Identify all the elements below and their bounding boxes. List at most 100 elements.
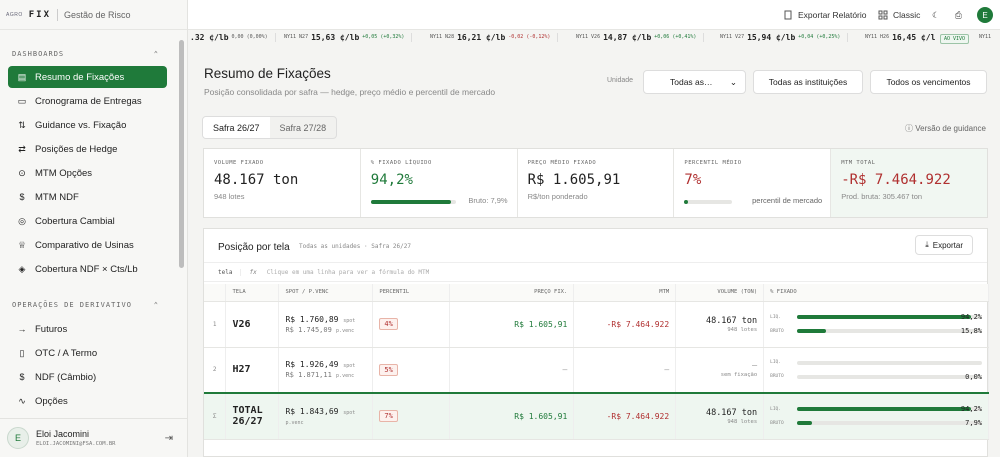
exchange-icon: ⇄ — [18, 143, 26, 154]
kpi-volume: VOLUME FIXADO 48.167 ton 948 lotes — [204, 149, 361, 217]
col-header: MTM — [573, 284, 677, 302]
ticker-item: NY11 N28 16,21 ¢/lb -0,02 (-0,12%) — [430, 30, 559, 44]
section-label: OPERAÇÕES DE DERIVATIVO — [12, 301, 132, 309]
sidebar-item-label: OTC / A Termo — [35, 347, 98, 359]
section-dashboards[interactable]: DASHBOARDS ⌃ — [0, 47, 187, 61]
ticker-name: NY11 N27 — [284, 34, 309, 40]
dollar-icon: $ — [19, 192, 25, 202]
position-table: TELA SPOT / P.VENC PERCENTIL PREÇO FIX. MTM V… — [204, 284, 989, 440]
download-icon: ⤓ — [925, 240, 929, 249]
export-report-button[interactable]: Exportar Relatório — [783, 0, 867, 30]
kpi-progress-fill — [370, 200, 451, 204]
divider — [703, 32, 705, 42]
kpi-sub: 948 lotes — [214, 192, 245, 201]
spot-tag: spot — [343, 317, 356, 324]
percentil-badge: 7% — [379, 410, 398, 423]
pulse-icon: ∿ — [18, 395, 26, 406]
fixado-cell: LIQ. 94,2% BRUTO 15,8% — [763, 301, 989, 348]
classic-toggle[interactable]: Classic — [878, 0, 920, 30]
section-derivativos[interactable]: OPERAÇÕES DE DERIVATIVO ⌃ — [0, 298, 187, 312]
grid-icon — [878, 10, 888, 20]
sidebar-item-cronograma-de-entregas[interactable]: ▭ Cronograma de Entregas — [8, 90, 167, 112]
ticker-price: 16,21 ¢/lb — [457, 32, 506, 42]
spot-cell: R$ 1.843,69 spot p.venc — [278, 392, 374, 440]
ticker-price: .32 ¢/lb — [190, 32, 229, 42]
fixado-row-bru: BRUTO 7,9% — [770, 418, 982, 428]
institution-select[interactable]: Todas as instituições — [753, 70, 863, 94]
maturity-label: Todos os vencimentos — [886, 77, 971, 87]
tab-safra-27-28[interactable]: Safra 27/28 — [270, 117, 337, 138]
ticker-item: .32 ¢/lb 0,00 (0,00%) — [190, 30, 276, 44]
sidebar-item-comparativo-de-usinas[interactable]: ♕ Comparativo de Usinas — [8, 234, 167, 256]
document-icon — [784, 10, 792, 20]
sidebar-item-cobertura-ndf-cts-lb[interactable]: ◈ Cobertura NDF × Cts/Lb — [8, 258, 167, 280]
table-row[interactable]: 2 H27 R$ 1.926,49 spot R$ 1.871,11 p.venc 5%… — [204, 347, 989, 394]
kpi-value: R$ 1.605,91 — [527, 172, 621, 188]
volume-cell: — sem fixação — [675, 347, 765, 394]
chevron-up-icon: ⌃ — [153, 50, 159, 58]
maturity-select[interactable]: Todos os vencimentos — [870, 70, 987, 94]
spot-tag: spot — [343, 363, 356, 370]
unit-select[interactable]: Todas as… ⌄ — [643, 70, 746, 94]
spot-value: R$ 1.926,49 — [285, 360, 339, 370]
sidebar-item-op-es[interactable]: ∿ Opções — [8, 390, 167, 412]
table-row[interactable]: 1 V26 R$ 1.760,89 spot R$ 1.745,09 p.venc 4%… — [204, 301, 989, 348]
row-number: 1 — [204, 301, 227, 348]
sidebar-item-posi-es-de-hedge[interactable]: ⇄ Posições de Hedge — [8, 138, 167, 160]
ticker-name: NY11 H26 — [865, 34, 890, 40]
kpi-progress — [370, 200, 456, 204]
user-card[interactable]: E Eloi Jacomini ELOI.JACOMINI@FSA.COM.BR… — [0, 418, 188, 457]
compare-icon: ⇅ — [18, 119, 26, 130]
divider — [847, 32, 849, 42]
kpi-preco: PREÇO MÉDIO FIXADO R$ 1.605,91 R$/ton po… — [518, 149, 675, 217]
fixado-label: BRUTO — [770, 420, 784, 426]
preco-fix: R$ 1.605,91 — [449, 301, 575, 348]
main: Resumo de Fixações Posição consolidada p… — [190, 48, 1000, 457]
sidebar-item-mtm-op-es[interactable]: ⊙ MTM Opções — [8, 162, 167, 184]
volume-value: 48.167 ton — [705, 407, 758, 418]
info-icon: ⓘ — [905, 124, 914, 133]
sidebar-scrollbar[interactable] — [179, 40, 184, 268]
row-number: 2 — [204, 347, 227, 394]
sidebar-item-label: MTM Opções — [35, 167, 93, 179]
brand-logo: AGRO — [6, 11, 23, 18]
ticker-change: +0,05 (+0,32%) — [362, 34, 405, 40]
avatar: E — [7, 427, 29, 449]
sidebar-item-ndf-c-mbio[interactable]: $ NDF (Câmbio) — [8, 366, 167, 388]
tab-safra-26-27[interactable]: Safra 26/27 — [203, 117, 270, 138]
sidebar-item-futuros[interactable]: → Futuros — [8, 318, 167, 340]
sidebar-item-mtm-ndf[interactable]: $ MTM NDF — [8, 186, 167, 208]
kpi-label: PERCENTIL MÉDIO — [684, 160, 742, 166]
logout-icon[interactable]: ⇥ — [165, 433, 173, 444]
ticker-item: NY11 V27 15,94 ¢/lb +0,04 (+0,25%) — [720, 30, 849, 44]
sidebar-item-cobertura-cambial[interactable]: ◎ Cobertura Cambial — [8, 210, 167, 232]
fixado-cell: LIQ. 94,2% BRUTO 7,9% — [763, 392, 989, 440]
table-row[interactable]: Σ TOTAL 26/27 R$ 1.843,69 spot p.venc 7% R$ 1… — [204, 392, 989, 440]
classic-label: Classic — [893, 10, 921, 20]
print-button[interactable]: ⎙ — [955, 0, 962, 30]
theme-toggle[interactable]: ☾ — [932, 0, 940, 30]
guidance-version-link[interactable]: ⓘ Versão de guidance — [905, 123, 986, 134]
ticker-change: -0,02 (-0,12%) — [508, 34, 551, 40]
export-button[interactable]: ⤓ Exportar — [915, 235, 973, 255]
user-name: Eloi Jacomini — [36, 429, 90, 439]
ticker-price: 15,94 ¢/lb — [747, 32, 796, 42]
sidebar-item-label: MTM NDF — [35, 191, 79, 203]
mtm-value: -R$ 7.464.922 — [573, 392, 677, 440]
export-report-label: Exportar Relatório — [798, 10, 867, 20]
profile-button[interactable]: E — [977, 0, 993, 30]
kpi-label: MTM TOTAL — [841, 160, 876, 166]
spot-tag: spot — [343, 409, 356, 416]
tela-name: TOTAL 26/27 — [232, 405, 263, 428]
sidebar-item-otc-a-termo[interactable]: ▯ OTC / A Termo — [8, 342, 167, 364]
tela-cell: H27 — [225, 347, 280, 394]
col-header: PREÇO FIX. — [449, 284, 575, 302]
kpi-value: 94,2% — [370, 172, 413, 188]
sidebar-item-resumo-de-fixa-es[interactable]: ▤ Resumo de Fixações — [8, 66, 167, 88]
sidebar-item-guidance-vs-fixa-o[interactable]: ⇅ Guidance vs. Fixação — [8, 114, 167, 136]
percentil-cell: 5% — [372, 347, 451, 394]
sidebar-item-label: Posições de Hedge — [35, 143, 118, 155]
sidebar-item-label: Opções — [35, 395, 68, 407]
sidebar-item-label: Guidance vs. Fixação — [35, 119, 127, 131]
institution-label: Todas as instituições — [768, 77, 848, 87]
